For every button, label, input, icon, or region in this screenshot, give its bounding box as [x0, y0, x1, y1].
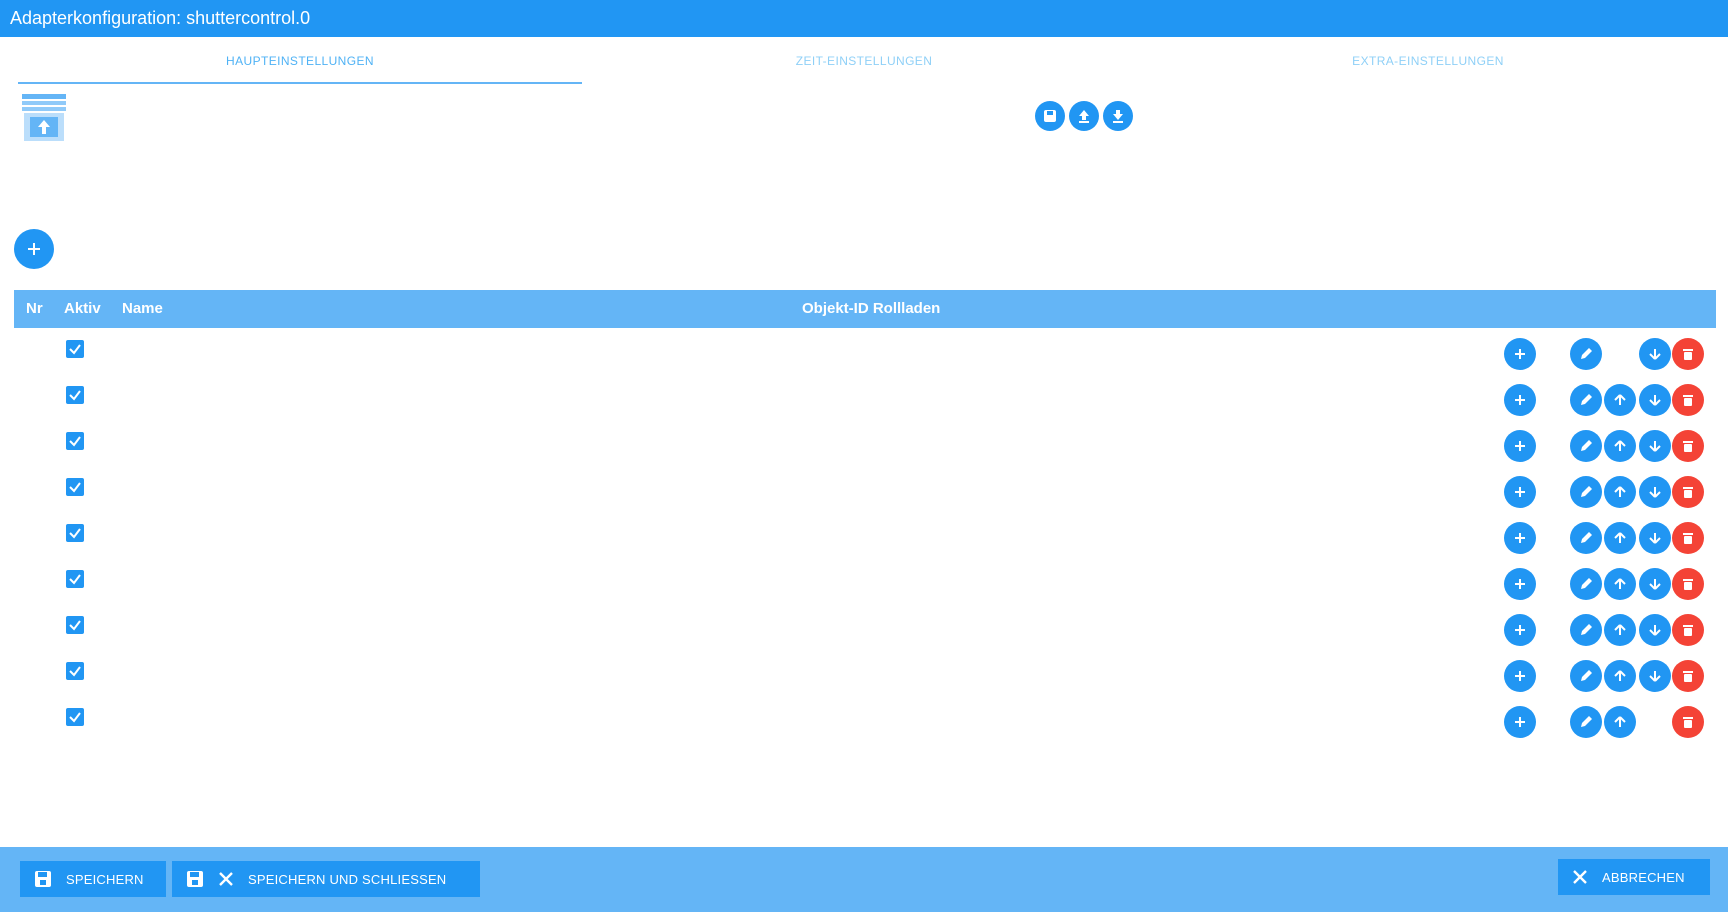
- tab-zeit-einstellungen[interactable]: ZEIT-EINSTELLUNGEN: [582, 42, 1146, 84]
- aktiv-checkbox[interactable]: [66, 524, 84, 542]
- aktiv-checkbox[interactable]: [66, 386, 84, 404]
- tab-extra-einstellungen[interactable]: EXTRA-EINSTELLUNGEN: [1146, 42, 1710, 84]
- add-row-icon[interactable]: [1504, 430, 1536, 462]
- save-label: SPEICHERN: [66, 871, 144, 887]
- move-down-icon[interactable]: [1639, 384, 1671, 416]
- cancel-button[interactable]: ABBRECHEN: [1558, 859, 1710, 895]
- move-up-icon[interactable]: [1604, 384, 1636, 416]
- tab-haupteinstellungen[interactable]: HAUPTEINSTELLUNGEN: [18, 42, 582, 84]
- close-icon: [219, 872, 233, 886]
- move-down-icon[interactable]: [1639, 338, 1671, 370]
- delete-icon[interactable]: [1672, 706, 1704, 738]
- aktiv-checkbox[interactable]: [66, 340, 84, 358]
- add-row-icon[interactable]: [1504, 568, 1536, 600]
- move-up-icon[interactable]: [1604, 706, 1636, 738]
- import-export-group: [1035, 101, 1133, 131]
- aktiv-checkbox[interactable]: [66, 708, 84, 726]
- edit-icon[interactable]: [1570, 614, 1602, 646]
- table-row: [14, 520, 1716, 566]
- table-row: [14, 336, 1716, 382]
- save-button[interactable]: SPEICHERN: [20, 861, 166, 897]
- add-shutter-button[interactable]: [14, 229, 54, 269]
- move-down-icon[interactable]: [1639, 430, 1671, 462]
- delete-icon[interactable]: [1672, 430, 1704, 462]
- delete-icon[interactable]: [1672, 522, 1704, 554]
- header-object-id: Objekt-ID Rollladen: [802, 300, 941, 317]
- upload-icon[interactable]: [1069, 101, 1099, 131]
- save-icon: [35, 871, 51, 887]
- delete-icon[interactable]: [1672, 660, 1704, 692]
- table-row: [14, 566, 1716, 612]
- add-row-icon[interactable]: [1504, 384, 1536, 416]
- table-row: [14, 428, 1716, 474]
- header-aktiv: Aktiv: [64, 300, 101, 317]
- tab-bar: HAUPTEINSTELLUNGEN ZEIT-EINSTELLUNGEN EX…: [18, 42, 1710, 84]
- move-down-icon[interactable]: [1639, 614, 1671, 646]
- header-nr: Nr: [26, 300, 43, 317]
- table-header: Nr Aktiv Name Objekt-ID Rollladen: [14, 290, 1716, 328]
- add-row-icon[interactable]: [1504, 522, 1536, 554]
- table-row: [14, 474, 1716, 520]
- shutter-logo-icon: [20, 92, 72, 144]
- edit-icon[interactable]: [1570, 384, 1602, 416]
- aktiv-checkbox[interactable]: [66, 662, 84, 680]
- move-up-icon[interactable]: [1604, 476, 1636, 508]
- download-icon[interactable]: [1103, 101, 1133, 131]
- move-down-icon[interactable]: [1639, 522, 1671, 554]
- save-icon: [187, 871, 203, 887]
- save-and-close-label: SPEICHERN UND SCHLIESSEN: [248, 871, 447, 887]
- aktiv-checkbox[interactable]: [66, 570, 84, 588]
- table-row: [14, 382, 1716, 428]
- save-config-icon[interactable]: [1035, 101, 1065, 131]
- table-row: [14, 658, 1716, 704]
- delete-icon[interactable]: [1672, 384, 1704, 416]
- table-row: [14, 704, 1716, 750]
- move-up-icon[interactable]: [1604, 430, 1636, 462]
- aktiv-checkbox[interactable]: [66, 616, 84, 634]
- delete-icon[interactable]: [1672, 568, 1704, 600]
- edit-icon[interactable]: [1570, 338, 1602, 370]
- aktiv-checkbox[interactable]: [66, 478, 84, 496]
- move-up-icon[interactable]: [1604, 660, 1636, 692]
- delete-icon[interactable]: [1672, 614, 1704, 646]
- add-row-icon[interactable]: [1504, 706, 1536, 738]
- header-name: Name: [122, 300, 163, 317]
- add-row-icon[interactable]: [1504, 476, 1536, 508]
- table-row: [14, 612, 1716, 658]
- edit-icon[interactable]: [1570, 522, 1602, 554]
- move-down-icon[interactable]: [1639, 660, 1671, 692]
- edit-icon[interactable]: [1570, 430, 1602, 462]
- footer-bar: SPEICHERN SPEICHERN UND SCHLIESSEN ABBRE…: [0, 847, 1728, 912]
- move-down-icon[interactable]: [1639, 568, 1671, 600]
- save-and-close-button[interactable]: SPEICHERN UND SCHLIESSEN: [172, 861, 480, 897]
- add-row-icon[interactable]: [1504, 338, 1536, 370]
- move-up-icon[interactable]: [1604, 568, 1636, 600]
- edit-icon[interactable]: [1570, 568, 1602, 600]
- add-row-icon[interactable]: [1504, 614, 1536, 646]
- close-icon: [1573, 870, 1587, 884]
- move-up-icon[interactable]: [1604, 522, 1636, 554]
- edit-icon[interactable]: [1570, 706, 1602, 738]
- aktiv-checkbox[interactable]: [66, 432, 84, 450]
- move-up-icon[interactable]: [1604, 614, 1636, 646]
- cancel-label: ABBRECHEN: [1602, 869, 1685, 885]
- edit-icon[interactable]: [1570, 476, 1602, 508]
- delete-icon[interactable]: [1672, 338, 1704, 370]
- window-title: Adapterkonfiguration: shuttercontrol.0: [0, 0, 1728, 37]
- edit-icon[interactable]: [1570, 660, 1602, 692]
- delete-icon[interactable]: [1672, 476, 1704, 508]
- add-row-icon[interactable]: [1504, 660, 1536, 692]
- shutter-table-body: [14, 336, 1716, 750]
- move-down-icon[interactable]: [1639, 476, 1671, 508]
